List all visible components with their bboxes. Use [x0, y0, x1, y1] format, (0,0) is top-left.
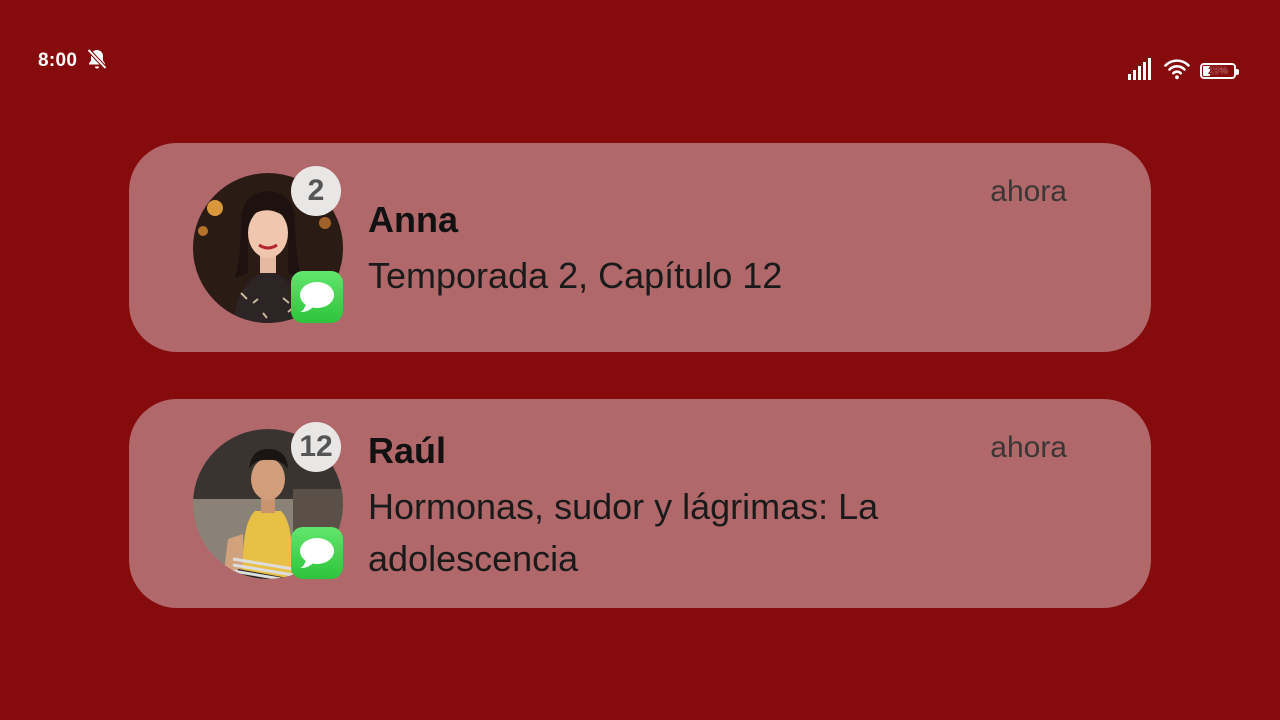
notification-time: ahora: [990, 175, 1067, 208]
status-bar-left: 8:00: [38, 48, 109, 74]
notification-card[interactable]: 2 Anna Temporada 2, Capítulo 12 ahora: [129, 143, 1151, 352]
status-time: 8:00: [38, 50, 78, 71]
notification-sender: Anna: [368, 199, 458, 240]
notification-sender: Raúl: [368, 430, 447, 471]
unread-count-badge: 12: [291, 422, 341, 472]
notification-message: Hormonas, sudor y lágrimas: La adolescen…: [368, 486, 879, 579]
messages-app-icon: [291, 527, 343, 579]
battery-indicator: 23%: [1200, 63, 1239, 79]
notification-time: ahora: [990, 431, 1067, 464]
battery-percentage: 23%: [1207, 65, 1228, 77]
status-bar-right: 23%: [1128, 57, 1239, 85]
contact-avatar-wrapper: 12: [193, 422, 343, 579]
lock-screen: 8:00 23% 2 Anna Temporada 2, Capítulo 12…: [0, 0, 1280, 720]
bell-off-icon: [85, 47, 109, 76]
notification-message: Temporada 2, Capítulo 12: [368, 255, 783, 296]
notification-card[interactable]: 12 Raúl Hormonas, sudor y lágrimas: La a…: [129, 399, 1151, 608]
cellular-signal-icon: [1128, 57, 1154, 85]
contact-avatar-wrapper: 2: [193, 166, 343, 323]
unread-count-badge: 2: [291, 166, 341, 216]
wifi-icon: [1164, 58, 1190, 85]
messages-app-icon: [291, 271, 343, 323]
